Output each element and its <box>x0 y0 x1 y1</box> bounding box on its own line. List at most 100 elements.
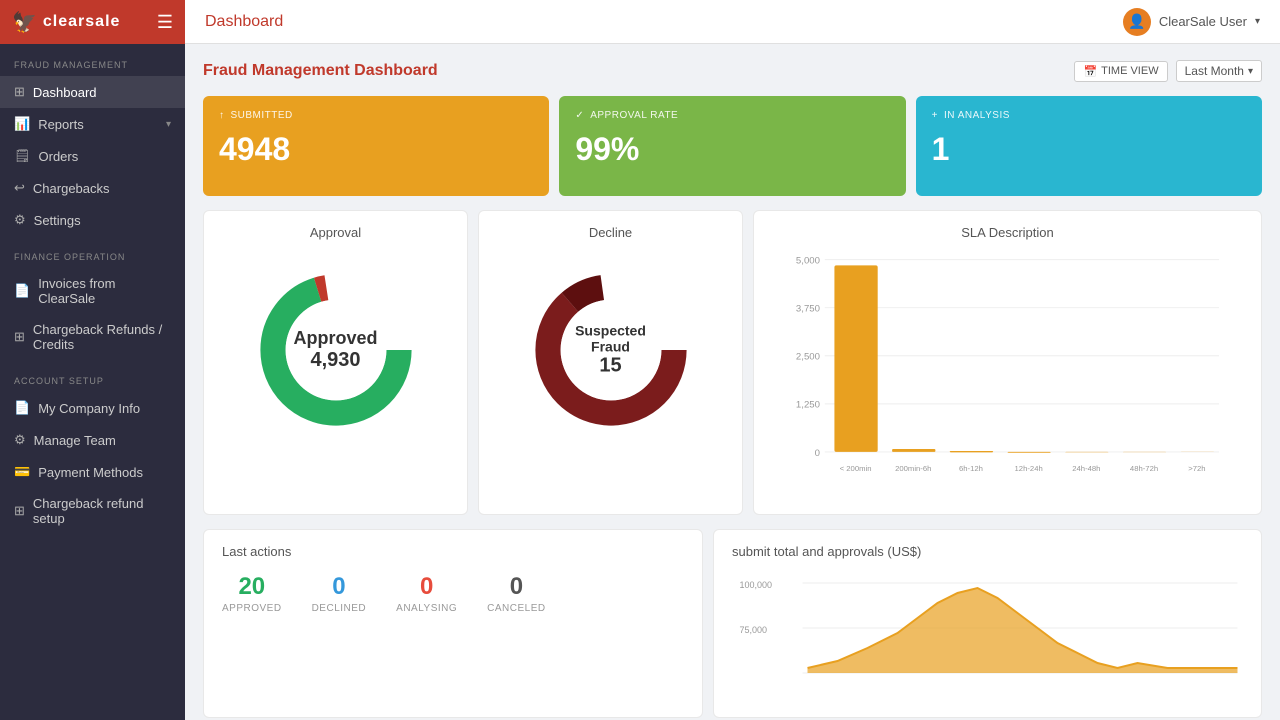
sla-chart-title: SLA Description <box>768 225 1247 240</box>
svg-text:48h-72h: 48h-72h <box>1130 464 1158 473</box>
sidebar-item-invoices[interactable]: 📄 Invoices from ClearSale <box>0 268 185 314</box>
sidebar-item-manage-team-label: Manage Team <box>34 433 116 448</box>
chargeback-refunds-icon: ⊞ <box>14 329 25 345</box>
sidebar-item-chargeback-setup[interactable]: ⊞ Chargeback refund setup <box>0 488 185 534</box>
sidebar-item-dashboard-label: Dashboard <box>33 85 97 100</box>
submitted-arrow-icon: ↑ <box>219 110 225 121</box>
metric-declined-value: 0 <box>312 573 367 601</box>
approval-chart-title: Approval <box>310 225 361 240</box>
decline-donut-text: Suspected Fraud <box>566 323 656 355</box>
sidebar-item-orders[interactable]: 🗒 Orders <box>0 140 185 172</box>
sidebar-item-settings[interactable]: ⚙ Settings <box>0 204 185 236</box>
metric-declined: 0 DECLINED <box>312 573 367 614</box>
metric-analysing-value: 0 <box>396 573 457 601</box>
last-actions-title: Last actions <box>222 544 684 559</box>
time-view-label: TIME VIEW <box>1101 65 1158 77</box>
svg-text:5,000: 5,000 <box>796 255 820 266</box>
time-view-button[interactable]: 📅 TIME VIEW <box>1074 61 1167 82</box>
last-month-button[interactable]: Last Month ▾ <box>1176 60 1262 82</box>
last-actions-card: Last actions 20 APPROVED 0 DECLINED 0 AN… <box>203 529 703 718</box>
sidebar-item-payment-methods[interactable]: 💳 Payment Methods <box>0 456 185 488</box>
svg-text:12h-24h: 12h-24h <box>1015 464 1043 473</box>
sidebar-section-fraud: Fraud Management ⊞ Dashboard 📊 Reports ▾… <box>0 44 185 236</box>
settings-icon: ⚙ <box>14 212 26 228</box>
svg-text:75,000: 75,000 <box>740 625 768 635</box>
hamburger-icon[interactable]: ☰ <box>157 12 173 33</box>
approval-check-icon: ✓ <box>575 110 584 121</box>
my-company-icon: 📄 <box>14 400 30 416</box>
svg-text:1,250: 1,250 <box>796 400 820 411</box>
svg-text:200min-6h: 200min-6h <box>895 464 931 473</box>
account-section-label: Account Setup <box>0 360 185 392</box>
svg-text:100,000: 100,000 <box>740 580 773 590</box>
sla-chart-svg: 5,000 3,750 2,500 1,250 0 <box>768 250 1247 500</box>
user-chevron-icon: ▾ <box>1255 16 1260 27</box>
logo-bird-icon: 🦅 <box>12 10 37 35</box>
metric-approved-value: 20 <box>222 573 282 601</box>
sidebar-item-my-company[interactable]: 📄 My Company Info <box>0 392 185 424</box>
dashboard-icon: ⊞ <box>14 84 25 100</box>
stat-cards: ↑ SUBMITTED 4948 ✓ APPROVAL RATE 99% + I… <box>203 96 1262 196</box>
decline-chart-card: Decline Suspected Fraud 15 <box>478 210 743 515</box>
sidebar-item-payment-methods-label: Payment Methods <box>38 465 143 480</box>
sidebar-item-orders-label: Orders <box>39 149 79 164</box>
approval-chart-card: Approval Approved 4,930 <box>203 210 468 515</box>
sla-bar-chart: 5,000 3,750 2,500 1,250 0 <box>768 250 1247 500</box>
svg-text:24h-48h: 24h-48h <box>1072 464 1100 473</box>
metric-canceled: 0 CANCELED <box>487 573 545 614</box>
in-analysis-plus-icon: + <box>932 110 938 121</box>
logo-text: clearsale <box>43 13 121 31</box>
approval-donut-text: Approved <box>293 328 377 349</box>
svg-text:< 200min: < 200min <box>840 464 872 473</box>
user-name: ClearSale User <box>1159 14 1247 29</box>
in-analysis-label: + IN ANALYSIS <box>932 110 1246 121</box>
metric-approved: 20 APPROVED <box>222 573 282 614</box>
metric-canceled-value: 0 <box>487 573 545 601</box>
charts-row: Approval Approved 4,930 <box>203 210 1262 515</box>
stat-card-in-analysis: + IN ANALYSIS 1 <box>916 96 1262 196</box>
decline-chart-title: Decline <box>589 225 632 240</box>
sidebar-item-my-company-label: My Company Info <box>38 401 140 416</box>
avatar: 👤 <box>1123 8 1151 36</box>
svg-text:3,750: 3,750 <box>796 304 820 315</box>
submitted-value: 4948 <box>219 131 533 168</box>
submitted-label: ↑ SUBMITTED <box>219 110 533 121</box>
decline-donut: Suspected Fraud 15 <box>521 260 701 440</box>
sla-chart-card: SLA Description 5,000 3,750 2,500 1,250 <box>753 210 1262 515</box>
stat-card-submitted: ↑ SUBMITTED 4948 <box>203 96 549 196</box>
svg-text:2,500: 2,500 <box>796 352 820 363</box>
metric-approved-label: APPROVED <box>222 603 282 614</box>
sidebar-item-chargebacks-label: Chargebacks <box>33 181 110 196</box>
orders-icon: 🗒 <box>14 148 31 164</box>
stat-card-approval-rate: ✓ APPROVAL RATE 99% <box>559 96 905 196</box>
period-chevron-icon: ▾ <box>1248 66 1253 77</box>
sidebar-item-dashboard[interactable]: ⊞ Dashboard <box>0 76 185 108</box>
metric-analysing-label: ANALYSING <box>396 603 457 614</box>
sidebar-item-reports[interactable]: 📊 Reports ▾ <box>0 108 185 140</box>
metric-canceled-label: CANCELED <box>487 603 545 614</box>
approval-donut-value: 4,930 <box>293 349 377 372</box>
topbar: Dashboard 👤 ClearSale User ▾ <box>185 0 1280 44</box>
content-area: Fraud Management Dashboard 📅 TIME VIEW L… <box>185 44 1280 720</box>
approval-rate-label: ✓ APPROVAL RATE <box>575 110 889 121</box>
sidebar-section-finance: Finance Operation 📄 Invoices from ClearS… <box>0 236 185 360</box>
sidebar-item-chargeback-refunds[interactable]: ⊞ Chargeback Refunds / Credits <box>0 314 185 360</box>
reports-left: 📊 Reports <box>14 116 84 132</box>
sidebar-item-chargebacks[interactable]: ↩ Chargebacks <box>0 172 185 204</box>
submit-totals-chart: 100,000 75,000 <box>732 573 1243 703</box>
main-area: Dashboard 👤 ClearSale User ▾ Fraud Manag… <box>185 0 1280 720</box>
submit-totals-svg: 100,000 75,000 <box>732 573 1243 703</box>
sidebar-item-manage-team[interactable]: ⚙ Manage Team <box>0 424 185 456</box>
content-header: Fraud Management Dashboard 📅 TIME VIEW L… <box>203 60 1262 82</box>
finance-section-label: Finance Operation <box>0 236 185 268</box>
metric-declined-label: DECLINED <box>312 603 367 614</box>
sidebar-header: 🦅 clearsale ☰ <box>0 0 185 44</box>
decline-donut-value: 15 <box>566 355 656 378</box>
chevron-down-icon: ▾ <box>166 119 171 130</box>
calendar-icon: 📅 <box>1083 65 1097 78</box>
sidebar-item-chargeback-refunds-label: Chargeback Refunds / Credits <box>33 322 171 352</box>
sidebar: 🦅 clearsale ☰ Fraud Management ⊞ Dashboa… <box>0 0 185 720</box>
page-title: Dashboard <box>205 13 283 31</box>
sidebar-section-account: Account Setup 📄 My Company Info ⚙ Manage… <box>0 360 185 534</box>
bottom-row: Last actions 20 APPROVED 0 DECLINED 0 AN… <box>203 529 1262 718</box>
